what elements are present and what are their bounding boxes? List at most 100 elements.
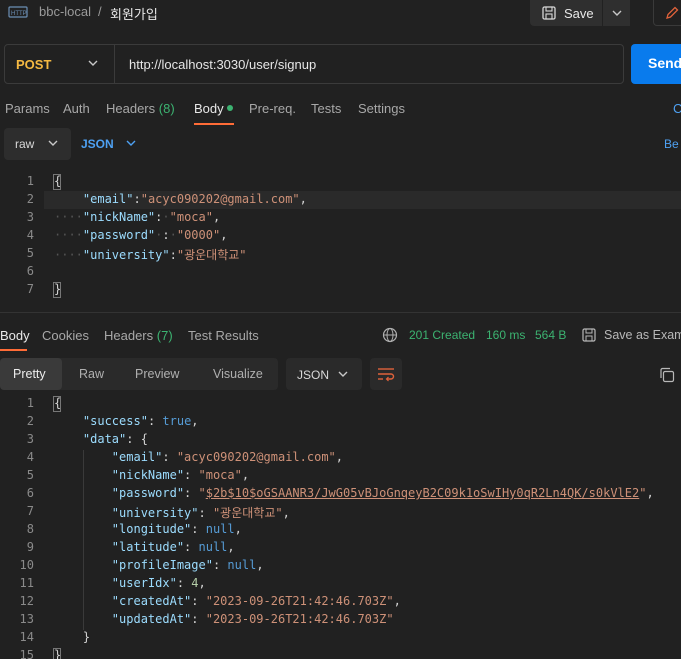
code-token: "password" [82,228,156,242]
line-number: 9 [26,540,34,554]
line-number: 7 [26,504,34,518]
chevron-down-icon[interactable] [87,58,99,68]
body-format-select[interactable]: JSON [81,137,114,151]
chevron-down-icon [48,140,58,146]
save-options-button[interactable] [603,0,630,26]
view-tab-visualize[interactable]: Visualize [213,367,263,381]
send-button[interactable]: Send [631,44,681,84]
code-token: } [82,630,91,644]
code-token: null [205,522,235,536]
response-size[interactable]: 564 B [535,328,566,342]
code-token: "광운대학교" [176,248,247,262]
line-number: 1 [26,174,34,188]
code-line: ····"password"·:·"0000", [54,228,228,242]
code-token: true [162,414,192,428]
beautify-link[interactable]: Be [664,137,679,151]
tab-headers[interactable]: Headers (8) [106,101,175,116]
code-token: "success" [82,414,148,428]
tab-params[interactable]: Params [5,101,50,116]
view-tab-raw[interactable]: Raw [79,367,104,381]
save-as-example-button[interactable]: Save as Exam [604,328,681,342]
code-line: "success": true, [82,414,199,428]
code-token: "university" [111,506,199,520]
line-number: 12 [19,594,34,608]
code-line: "email":"acyc090202@gmail.com", [82,192,307,206]
line-number: 3 [26,432,34,446]
code-line: "email": "acyc090202@gmail.com", [111,450,344,464]
edit-button[interactable] [653,0,681,26]
tab-tests[interactable]: Tests [311,101,341,116]
code-line: "userIdx": 4, [111,576,206,590]
code-token: null [227,558,257,572]
code-token: "userIdx" [111,576,177,590]
line-number: 2 [26,192,34,206]
line-number: 6 [26,486,34,500]
cookies-link[interactable]: C [673,101,681,116]
code-token: null [198,540,228,554]
globe-icon[interactable] [382,327,398,343]
code-token: " [198,486,206,500]
tab-prerequest[interactable]: Pre-req. [249,101,296,116]
active-tab-underline [194,123,234,125]
headers-count-badge: (7) [156,328,173,343]
chevron-down-icon[interactable] [126,139,136,147]
response-tab-body[interactable]: Body [0,328,30,343]
line-number: 3 [26,210,34,224]
line-number: 7 [26,282,34,296]
tab-settings[interactable]: Settings [358,101,405,116]
response-format-label: JSON [297,368,330,382]
view-tab-pretty[interactable]: Pretty [0,358,62,390]
code-token: { [54,396,62,410]
body-mode-select[interactable]: raw [4,128,71,160]
code-token: "email" [111,450,163,464]
status-code[interactable]: 201 Created [409,328,475,342]
code-line: "university": "광운대학교", [111,506,290,520]
code-token: "moca" [198,468,242,482]
code-line: "createdAt": "2023-09-26T21:42:46.703Z", [111,594,401,608]
save-button[interactable]: Save [530,0,602,26]
response-tab-headers[interactable]: Headers (7) [104,328,173,343]
line-number: 6 [26,264,34,278]
copy-icon[interactable] [659,367,675,383]
method-select[interactable]: POST [16,57,51,72]
code-line: { [54,174,61,188]
line-number: 15 [19,648,34,659]
tab-body[interactable]: Body [194,101,224,116]
code-token: "data" [82,432,127,446]
code-token: "password" [111,486,185,500]
line-number: 5 [26,468,34,482]
breadcrumb-environment[interactable]: bbc-local [39,4,91,19]
save-example-icon [582,328,596,342]
http-icon: HTTP [8,6,28,18]
code-token: "university" [82,248,170,262]
view-tab-preview[interactable]: Preview [135,367,179,381]
code-line: "updatedAt": "2023-09-26T21:42:46.703Z" [111,612,394,626]
code-token: " [639,486,647,500]
response-format-select[interactable]: JSON [286,358,362,390]
headers-count-badge: (8) [158,101,175,116]
code-line: "password": "$2b$10$oGSAANR3/JwG05vBJoGn… [111,486,654,500]
url-input[interactable]: http://localhost:3030/user/signup [129,57,316,72]
code-token: "2023-09-26T21:42:46.703Z" [205,612,394,626]
code-line: "profileImage": null, [111,558,264,572]
response-tab-cookies[interactable]: Cookies [42,328,89,343]
code-token: 4 [191,576,199,590]
body-indicator-dot [227,105,233,111]
code-token: "acyc090202@gmail.com" [140,192,300,206]
wrap-lines-button[interactable] [370,358,402,390]
request-name[interactable]: 회원가입 [110,4,158,23]
code-line: } [54,630,90,644]
code-token: "profileImage" [111,558,213,572]
response-tab-test-results[interactable]: Test Results [188,328,259,343]
code-token: "moca" [169,210,213,224]
code-token: "latitude" [111,540,185,554]
svg-text:HTTP: HTTP [11,11,27,17]
code-token: { [54,174,62,188]
code-token: "updatedAt" [111,612,192,626]
pane-divider[interactable] [0,312,681,313]
tab-auth[interactable]: Auth [63,101,90,116]
line-number: 8 [26,522,34,536]
response-time[interactable]: 160 ms [486,328,525,342]
code-token: "longitude" [111,522,192,536]
line-number: 13 [19,612,34,626]
